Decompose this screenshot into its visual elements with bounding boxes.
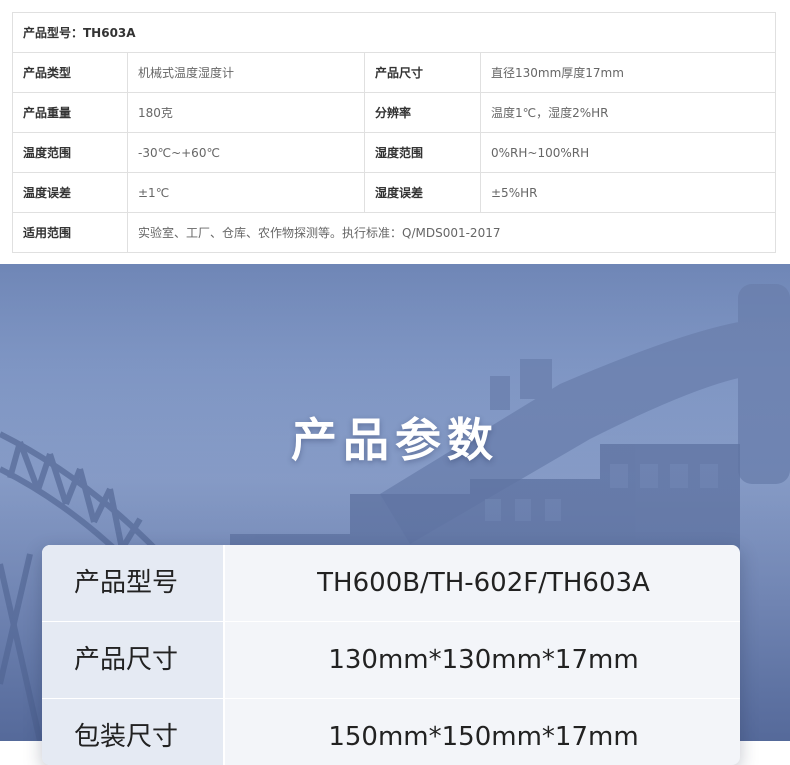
table-row: 温度误差 ±1℃ 湿度误差 ±5%HR (12, 172, 777, 213)
spec-key: 产品类型 (12, 52, 128, 93)
spec-key: 温度范围 (12, 132, 128, 173)
param-key: 产品型号 (42, 545, 225, 621)
spec-value: 0%RH~100%RH (479, 132, 777, 173)
table-row: 温度范围 -30℃~+60℃ 湿度范围 0%RH~100%RH (12, 132, 777, 173)
banner-title: 产品参数 (291, 413, 499, 467)
spec-key: 产品重量 (12, 92, 128, 133)
spec-value: -30℃~+60℃ (127, 132, 365, 173)
spec-value: ±5%HR (479, 172, 777, 213)
param-value: TH600B/TH-602F/TH603A (317, 568, 650, 598)
table-row: 包装尺寸 150mm*150mm*17mm (42, 699, 740, 765)
param-value: 130mm*130mm*17mm (328, 645, 639, 675)
spec-key: 产品尺寸 (364, 52, 481, 93)
table-row: 产品类型 机械式温度湿度计 产品尺寸 直径130mm厚度17mm (12, 52, 777, 93)
table-row: 产品尺寸 130mm*130mm*17mm (42, 622, 740, 699)
table-row: 适用范围 实验室、工厂、仓库、农作物探测等。执行标准：Q/MDS001-2017 (12, 212, 777, 253)
spec-key: 温度误差 (12, 172, 128, 213)
spec-table: 产品型号：TH603A 产品类型 机械式温度湿度计 产品尺寸 直径130mm厚度… (11, 12, 777, 253)
param-key: 包装尺寸 (42, 699, 225, 765)
spec-key: 湿度范围 (364, 132, 481, 173)
spec-key: 适用范围 (12, 212, 128, 253)
spec-value: 180克 (127, 92, 365, 133)
spec-value: 机械式温度湿度计 (127, 52, 365, 93)
spec-value: 直径130mm厚度17mm (479, 52, 777, 93)
spec-value: ±1℃ (127, 172, 365, 213)
spec-value: 温度1℃，湿度2%HR (479, 92, 777, 133)
parameter-card: 产品型号 TH600B/TH-602F/TH603A 产品尺寸 130mm*13… (42, 545, 740, 765)
spec-key: 湿度误差 (364, 172, 481, 213)
spec-value: 实验室、工厂、仓库、农作物探测等。执行标准：Q/MDS001-2017 (126, 212, 777, 253)
param-value: 150mm*150mm*17mm (328, 722, 639, 752)
table-row: 产品重量 180克 分辨率 温度1℃，湿度2%HR (12, 92, 777, 133)
param-key: 产品尺寸 (42, 622, 225, 698)
spec-title-row: 产品型号：TH603A (11, 12, 777, 53)
spec-key: 分辨率 (364, 92, 481, 133)
spec-title: 产品型号：TH603A (11, 12, 777, 53)
table-row: 产品型号 TH600B/TH-602F/TH603A (42, 545, 740, 622)
